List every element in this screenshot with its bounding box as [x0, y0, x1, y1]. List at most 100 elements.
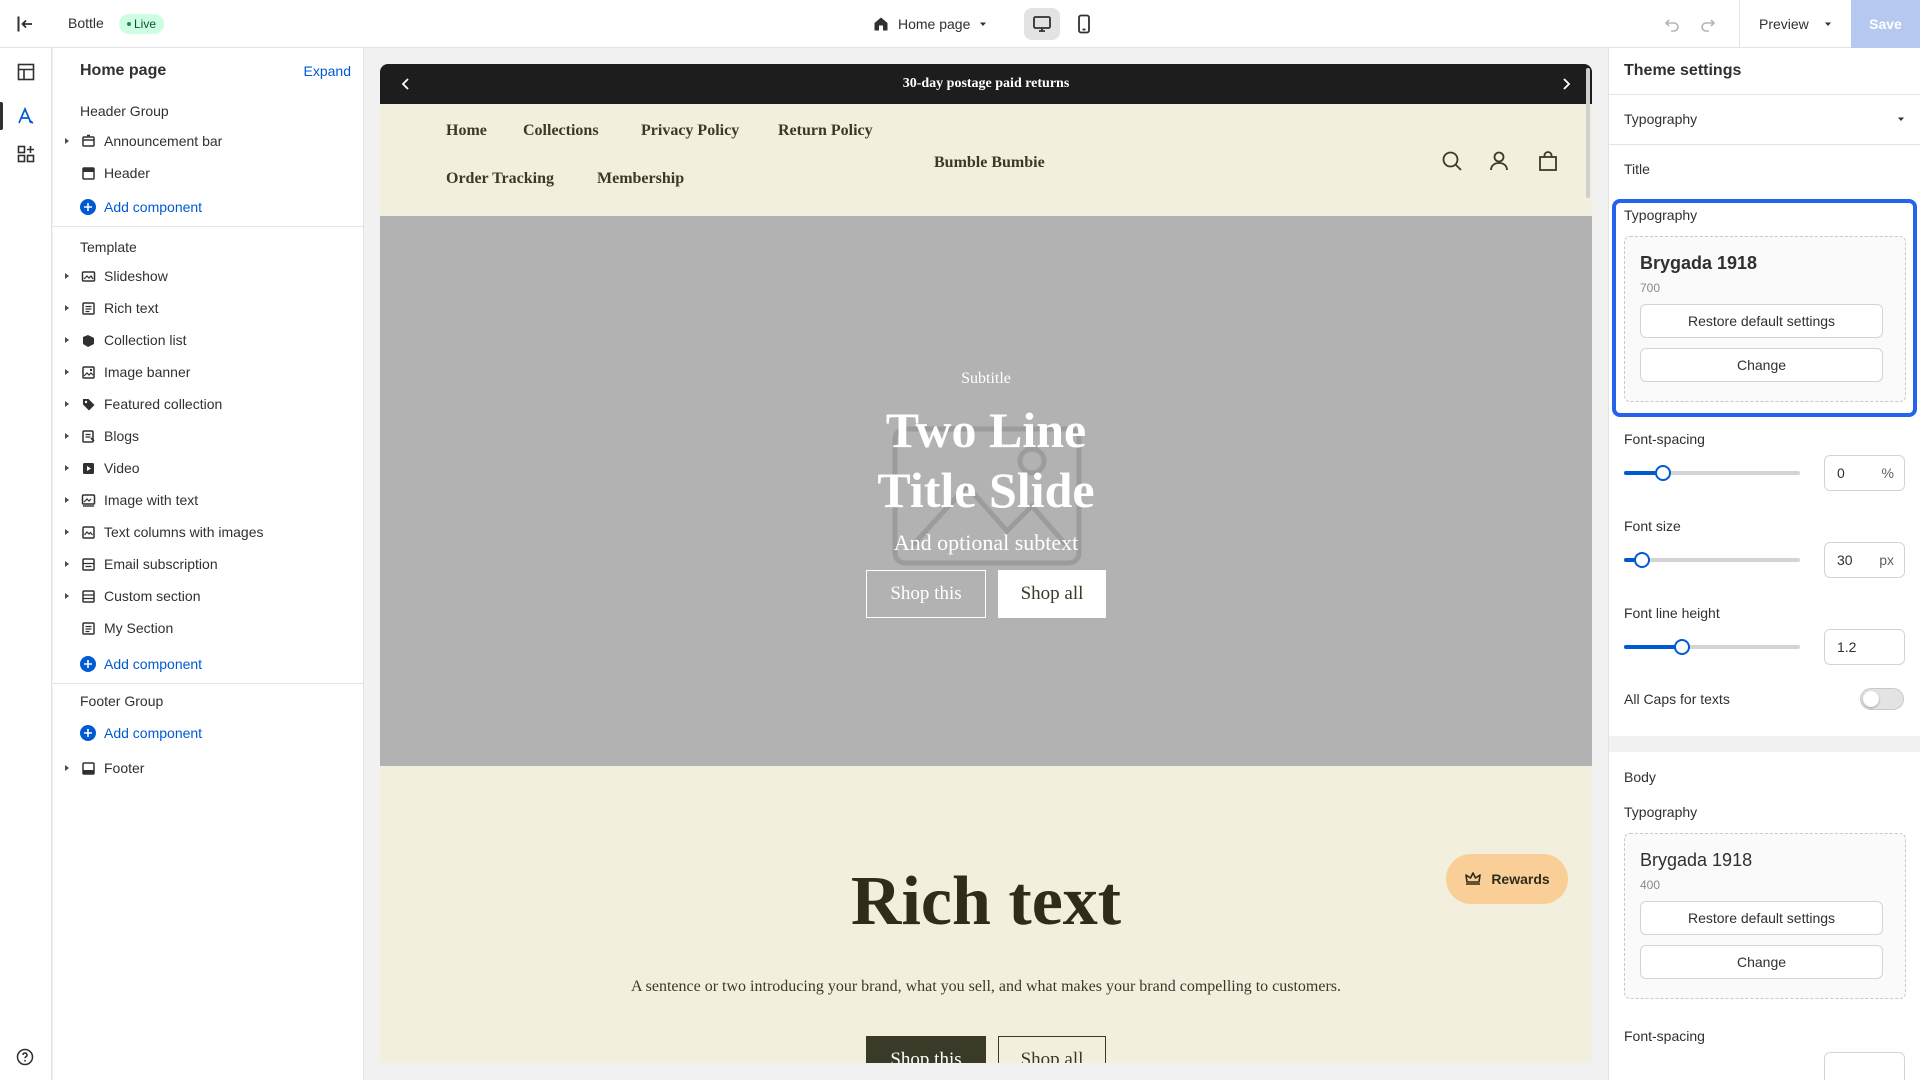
apps-icon: [17, 145, 35, 163]
search-icon[interactable]: [1440, 149, 1464, 173]
apps-nav-button[interactable]: [12, 140, 40, 168]
expand-caret-icon[interactable]: [61, 334, 73, 346]
slider-handle[interactable]: [1674, 639, 1690, 655]
preview-menu[interactable]: Preview: [1759, 13, 1833, 35]
theme-settings-nav-button[interactable]: [12, 102, 40, 130]
line-height-slider[interactable]: [1624, 639, 1800, 655]
sidebar-item-email-subscription[interactable]: Email subscription: [53, 549, 363, 579]
expand-caret-icon[interactable]: [61, 135, 73, 147]
slider-handle[interactable]: [1655, 465, 1671, 481]
announcement-next-button[interactable]: [1556, 74, 1576, 94]
body-font-picker: Brygada 1918 400 Restore default setting…: [1624, 833, 1906, 999]
announcement-prev-button[interactable]: [396, 74, 416, 94]
mobile-view-button[interactable]: [1066, 8, 1102, 40]
preview-scrollbar[interactable]: [1586, 68, 1590, 198]
section-separator: [1609, 736, 1920, 752]
sidebar-item-collection-list[interactable]: Collection list: [53, 325, 363, 355]
add-component-footer-button[interactable]: Add component: [80, 722, 202, 744]
exit-editor-button[interactable]: [12, 12, 38, 36]
sidebar-item-label: Blogs: [104, 428, 140, 444]
sidebar-item-label: Email subscription: [104, 556, 218, 572]
sidebar-item-my-section[interactable]: My Section: [53, 613, 363, 643]
sidebar-item-custom-section[interactable]: Custom section: [53, 581, 363, 611]
announcement-icon: [80, 133, 96, 149]
expand-caret-icon[interactable]: [61, 430, 73, 442]
body-change-font-button[interactable]: Change: [1640, 945, 1883, 979]
hero-shop-this-button[interactable]: Shop this: [866, 570, 986, 618]
sidebar-item-blogs[interactable]: Blogs: [53, 421, 363, 451]
sidebar-item-slideshow[interactable]: Slideshow: [53, 261, 363, 291]
desktop-view-button[interactable]: [1024, 8, 1060, 40]
store-brand-logo[interactable]: Bumble Bumbie: [934, 154, 1045, 172]
home-icon: [874, 17, 888, 31]
body-font-weight: 400: [1640, 878, 1661, 892]
sidebar-item-label: Custom section: [104, 588, 201, 604]
expand-caret-icon[interactable]: [61, 590, 73, 602]
sidebar-item-label: Image banner: [104, 364, 191, 380]
line-height-input[interactable]: 1.2: [1824, 629, 1905, 665]
expand-caret-icon[interactable]: [61, 762, 73, 774]
sidebar-item-label: My Section: [104, 620, 174, 636]
rich-text-shop-this-button[interactable]: Shop this: [866, 1036, 986, 1063]
email-section-icon: [80, 556, 96, 572]
add-component-template-button[interactable]: Add component: [80, 653, 202, 675]
sidebar-item-featured-collection[interactable]: Featured collection: [53, 389, 363, 419]
expand-caret-icon[interactable]: [61, 462, 73, 474]
nav-link-collections[interactable]: Collections: [523, 122, 599, 140]
undo-button[interactable]: [1661, 13, 1683, 35]
expand-caret-icon[interactable]: [61, 270, 73, 282]
rewards-launcher[interactable]: Rewards: [1446, 854, 1568, 904]
sidebar-item-image-with-text[interactable]: Image with text: [53, 485, 363, 515]
nav-link-membership[interactable]: Membership: [597, 170, 684, 188]
sidebar-item-announcement-bar[interactable]: Announcement bar: [53, 126, 363, 156]
help-button[interactable]: [14, 1046, 36, 1068]
font-size-slider[interactable]: [1624, 552, 1800, 568]
tag-icon: [80, 396, 96, 412]
expand-caret-icon[interactable]: [61, 398, 73, 410]
nav-link-return-policy[interactable]: Return Policy: [778, 122, 873, 140]
save-button[interactable]: Save: [1851, 0, 1920, 48]
expand-button[interactable]: Expand: [304, 63, 351, 79]
layout-header-icon: [80, 165, 96, 181]
font-spacing-input[interactable]: 0 %: [1824, 455, 1905, 491]
page-selector[interactable]: Home page: [872, 13, 988, 35]
cart-bag-icon[interactable]: [1536, 149, 1560, 173]
sidebar-item-rich-text[interactable]: Rich text: [53, 293, 363, 323]
expand-caret-icon[interactable]: [61, 526, 73, 538]
font-spacing-slider[interactable]: [1624, 465, 1800, 481]
sidebar-title: Home page: [80, 62, 167, 79]
expand-caret-icon[interactable]: [61, 366, 73, 378]
nav-link-home[interactable]: Home: [446, 122, 487, 140]
font-size-input[interactable]: 30 px: [1824, 542, 1905, 578]
rich-text-shop-all-button[interactable]: Shop all: [998, 1036, 1106, 1063]
hero-shop-all-button[interactable]: Shop all: [998, 570, 1106, 618]
expand-caret-icon[interactable]: [61, 494, 73, 506]
image-text-icon: [80, 492, 96, 508]
nav-link-order-tracking[interactable]: Order Tracking: [446, 170, 554, 188]
hero-subtext: And optional subtext: [893, 530, 1079, 555]
sidebar-item-text-columns-with-images[interactable]: Text columns with images: [53, 517, 363, 547]
sections-nav-button[interactable]: [12, 58, 40, 86]
sidebar-item-footer[interactable]: Footer: [53, 753, 363, 783]
title-typography-label: Typography: [1624, 207, 1698, 223]
title-change-font-button[interactable]: Change: [1640, 348, 1883, 382]
sidebar-item-label: Collection list: [104, 332, 187, 348]
expand-caret-icon[interactable]: [61, 558, 73, 570]
sidebar-item-video[interactable]: Video: [53, 453, 363, 483]
account-icon[interactable]: [1487, 149, 1511, 173]
redo-button[interactable]: [1697, 13, 1719, 35]
body-font-spacing-input[interactable]: [1824, 1052, 1905, 1080]
add-component-header-button[interactable]: Add component: [80, 196, 202, 218]
font-size-unit: px: [1879, 552, 1894, 568]
title-restore-default-button[interactable]: Restore default settings: [1640, 304, 1883, 338]
nav-link-privacy-policy[interactable]: Privacy Policy: [641, 122, 739, 140]
sidebar-item-image-banner[interactable]: Image banner: [53, 357, 363, 387]
body-restore-default-button[interactable]: Restore default settings: [1640, 901, 1883, 935]
settings-category-select[interactable]: Typography: [1624, 108, 1906, 130]
sidebar-item-header[interactable]: Header: [53, 158, 363, 188]
sidebar-divider: [53, 226, 363, 227]
all-caps-toggle[interactable]: [1860, 688, 1904, 710]
panel-divider: [1609, 144, 1920, 145]
slider-handle[interactable]: [1634, 552, 1650, 568]
expand-caret-icon[interactable]: [61, 302, 73, 314]
